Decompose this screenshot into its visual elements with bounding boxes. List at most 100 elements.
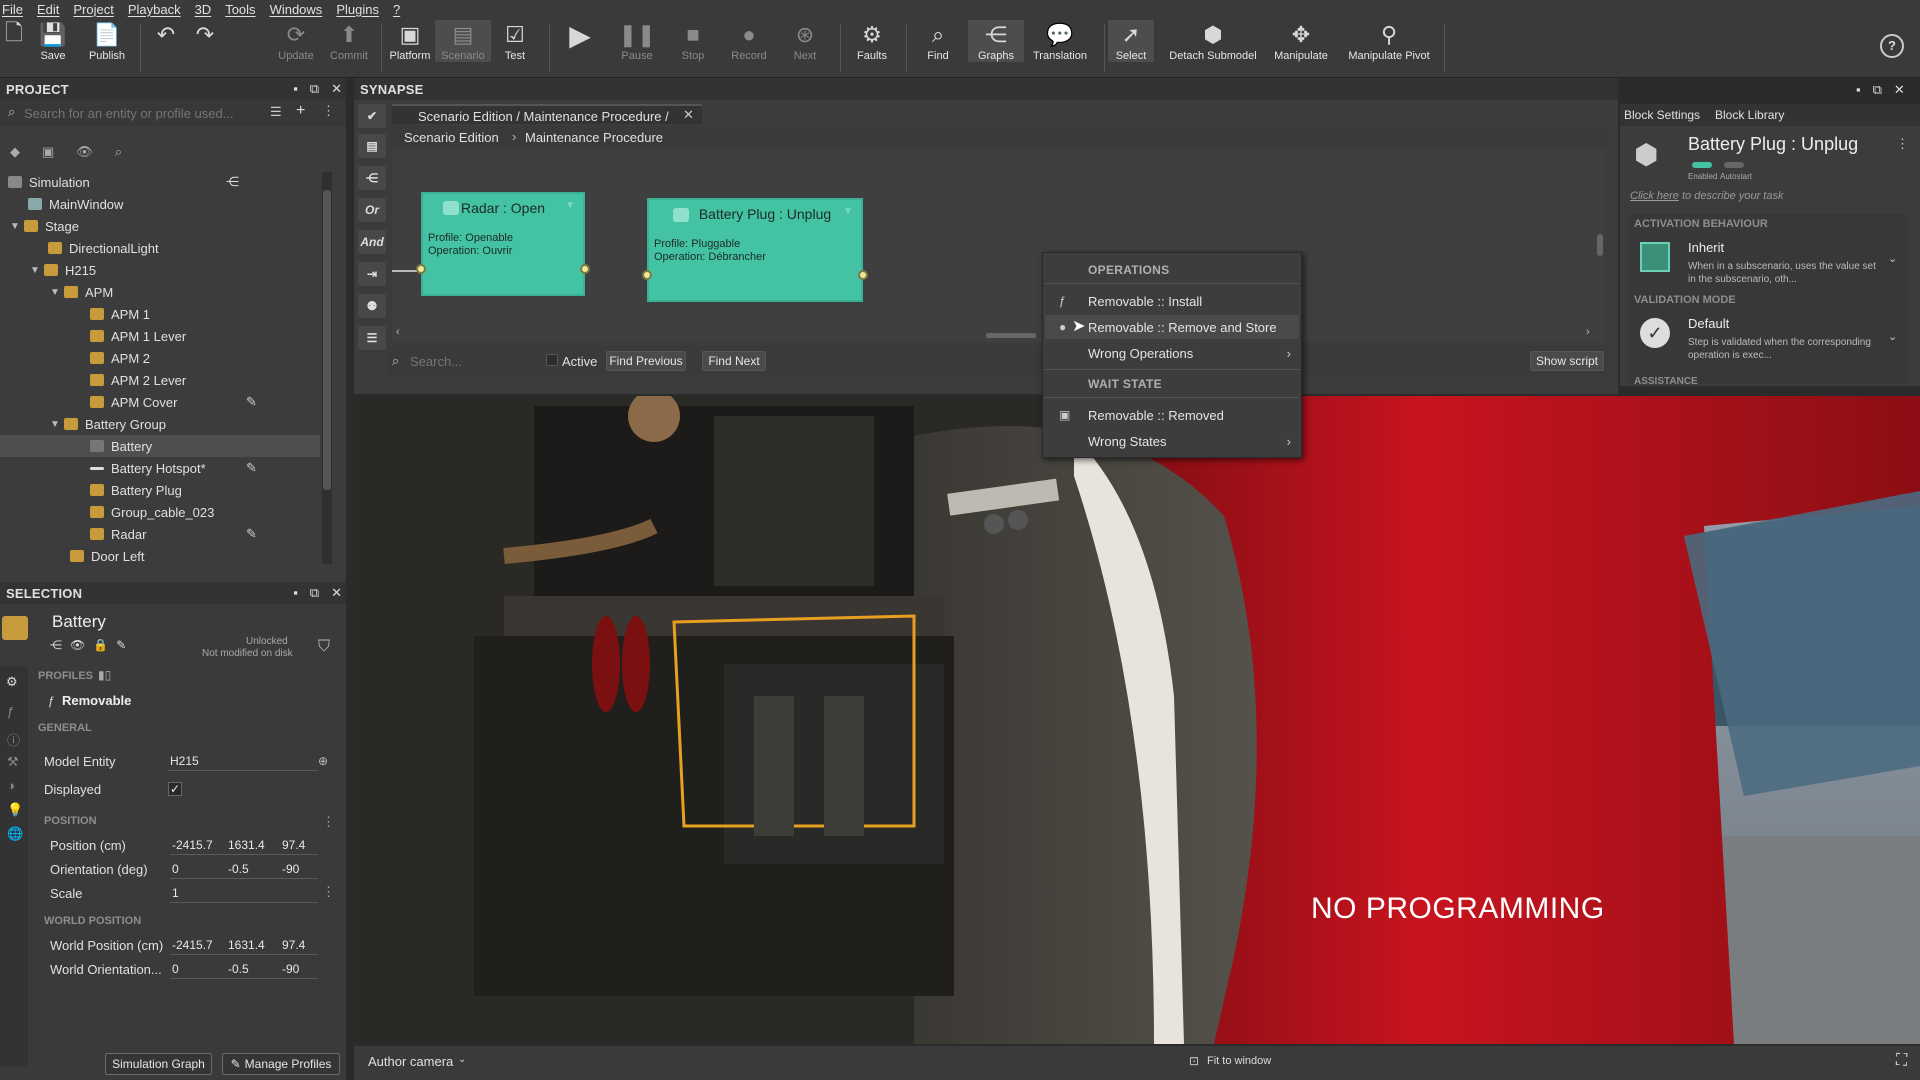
simulation-graph-button[interactable]: Simulation Graph — [105, 1053, 212, 1075]
float-icon[interactable]: ⧉ — [1873, 82, 1882, 98]
tree-item-h215[interactable]: ▼ H215 — [0, 259, 96, 281]
list-icon[interactable]: ☰ — [358, 326, 386, 350]
platform-button[interactable]: ▣ Platform — [382, 20, 438, 62]
menu-playback[interactable]: Playback — [128, 2, 181, 17]
menu-edit[interactable]: Edit — [37, 2, 59, 17]
update-button[interactable]: ⟳ Update — [268, 20, 324, 62]
more-icon[interactable]: ⋮ — [322, 814, 335, 830]
menu-item-wrong-states[interactable]: Wrong States › — [1045, 429, 1299, 453]
find-previous-button[interactable]: Find Previous — [606, 351, 686, 371]
pin-icon[interactable]: ▪ — [1856, 82, 1861, 98]
target-icon[interactable]: ⊕ — [318, 754, 328, 768]
chevron-down-icon[interactable]: ⌄ — [458, 1054, 466, 1065]
add-icon[interactable]: + — [296, 102, 305, 120]
autostart-toggle[interactable] — [1724, 162, 1744, 168]
node-output-port[interactable] — [858, 270, 868, 280]
or-block-button[interactable]: Or — [358, 198, 386, 222]
find-next-button[interactable]: Find Next — [702, 351, 766, 371]
graph-v-scrollbar[interactable] — [1596, 154, 1604, 324]
record-button[interactable]: ● Record — [721, 20, 777, 62]
tree-item-apm[interactable]: ▼ APM — [0, 281, 113, 303]
describe-task-link[interactable]: Click here — [1630, 190, 1679, 202]
tree-item-battery-plug[interactable]: Battery Plug — [0, 479, 182, 501]
close-icon[interactable]: ✕ — [331, 585, 342, 601]
chevron-down-icon[interactable]: ⌄ — [1888, 330, 1897, 343]
menu-3d[interactable]: 3D — [195, 2, 212, 17]
tree-item-mainwindow[interactable]: MainWindow — [0, 193, 123, 215]
tree-item-stage[interactable]: ▼ Stage — [0, 215, 79, 237]
help-icon[interactable]: ? — [1880, 34, 1904, 58]
node-expand-icon[interactable]: ▼ — [565, 200, 575, 211]
project-search-input[interactable] — [24, 102, 264, 124]
tree-item-radar[interactable]: Radar ✎ — [0, 523, 330, 545]
entity-icon[interactable]: ◆ — [10, 144, 20, 160]
more-icon[interactable]: ⋮ — [1896, 136, 1909, 152]
menu-item-install[interactable]: ƒ Removable :: Install — [1045, 289, 1299, 313]
tab-block-settings[interactable]: Block Settings — [1624, 108, 1700, 122]
plug-icon[interactable]: ƒ — [7, 704, 14, 719]
menu-plugins[interactable]: Plugins — [336, 2, 379, 17]
and-block-button[interactable]: And — [358, 230, 386, 254]
scale-value[interactable]: 1 — [172, 886, 179, 900]
color-icon[interactable]: ◑ — [7, 778, 15, 793]
commit-button[interactable]: ⬆ Commit — [321, 20, 377, 62]
tab-block-library[interactable]: Block Library — [1715, 108, 1784, 122]
validate-icon[interactable]: ✔ — [358, 104, 386, 128]
settings-icon[interactable]: ⚙ — [6, 674, 18, 690]
menu-windows[interactable]: Windows — [270, 2, 323, 17]
menu-help[interactable]: ? — [393, 2, 400, 17]
activation-value[interactable]: Inherit — [1688, 240, 1724, 255]
scenario-button[interactable]: ▤ Scenario — [435, 20, 491, 62]
tree-item-door-left[interactable]: Door Left — [0, 545, 144, 567]
profile-name[interactable]: Removable — [62, 693, 131, 708]
validation-value[interactable]: Default — [1688, 316, 1729, 331]
globe-icon[interactable]: 🌐 — [7, 826, 23, 842]
active-checkbox[interactable] — [546, 354, 558, 366]
graph-h-scrollbar[interactable]: ‹ › — [396, 326, 1596, 340]
manipulate-pivot-button[interactable]: ⚲ Manipulate Pivot — [1344, 20, 1434, 62]
tab-scenario-edition[interactable]: Scenario Edition / Maintenance Procedure… — [392, 104, 702, 124]
close-icon[interactable]: ✕ — [1894, 82, 1905, 98]
next-button[interactable]: ⊛ Next — [777, 20, 833, 62]
manipulate-button[interactable]: ✥ Manipulate — [1268, 20, 1334, 62]
node-output-port[interactable] — [580, 264, 590, 274]
graph-icon[interactable]: ⋲ — [226, 174, 239, 190]
chevron-down-icon[interactable]: ▼ — [50, 287, 64, 298]
enabled-toggle[interactable] — [1692, 162, 1712, 168]
graph-canvas[interactable]: Radar : Open ▼ Profile: Openable Operati… — [392, 150, 1604, 342]
graph-icon[interactable]: ⋲ — [50, 638, 62, 652]
graphs-button[interactable]: ⋲ Graphs — [968, 20, 1024, 62]
breadcrumb-item[interactable]: Scenario Edition — [404, 130, 499, 145]
position-x[interactable]: -2415.7 — [172, 838, 213, 852]
node-battery-plug-unplug[interactable]: Battery Plug : Unplug ▼ Profile: Pluggab… — [642, 198, 868, 302]
select-button[interactable]: ➚ Select — [1108, 20, 1154, 62]
zoom-icon[interactable]: ⌕ — [115, 144, 122, 160]
tool-icon[interactable]: ⚒ — [7, 754, 19, 770]
chevron-down-icon[interactable]: ▼ — [10, 221, 24, 232]
menu-item-wrong-operations[interactable]: Wrong Operations › — [1045, 341, 1299, 365]
tree-item-apm1-lever[interactable]: APM 1 Lever — [0, 325, 186, 347]
save-button[interactable]: 💾 Save — [25, 20, 81, 62]
light-icon[interactable]: 💡 — [7, 802, 23, 818]
chevron-down-icon[interactable]: ⌄ — [1888, 252, 1897, 265]
breadcrumb-item[interactable]: Maintenance Procedure — [525, 130, 663, 145]
eye-icon[interactable]: 👁 — [70, 638, 85, 652]
redo-button[interactable]: ↷ — [177, 20, 233, 50]
lock-icon[interactable]: 🔒 — [93, 638, 108, 652]
tree-item-apm-cover[interactable]: APM Cover ✎ — [0, 391, 330, 413]
position-z[interactable]: 97.4 — [282, 838, 305, 852]
manage-profiles-button[interactable]: ✎ Manage Profiles — [222, 1053, 340, 1075]
stop-button[interactable]: ■ Stop — [665, 20, 721, 62]
fit-window-icon[interactable]: ⊡ — [1189, 1054, 1199, 1068]
displayed-checkbox[interactable]: ✓ — [168, 782, 182, 796]
tree-scrollbar[interactable] — [322, 172, 332, 564]
orientation-x[interactable]: 0 — [172, 862, 179, 876]
tab-close-icon[interactable]: ✕ — [683, 107, 694, 123]
node-radar-open[interactable]: Radar : Open ▼ Profile: Openable Operati… — [416, 192, 590, 296]
orientation-z[interactable]: -90 — [282, 862, 299, 876]
profile-add-icon[interactable]: ▮▯ — [98, 668, 111, 682]
tree-item-battery-group[interactable]: ▼ Battery Group — [0, 413, 166, 435]
tree-item-apm2-lever[interactable]: APM 2 Lever — [0, 369, 186, 391]
pause-button[interactable]: ❚❚ Pause — [609, 20, 665, 62]
fullscreen-icon[interactable]: ⛶ — [1896, 1052, 1907, 1070]
